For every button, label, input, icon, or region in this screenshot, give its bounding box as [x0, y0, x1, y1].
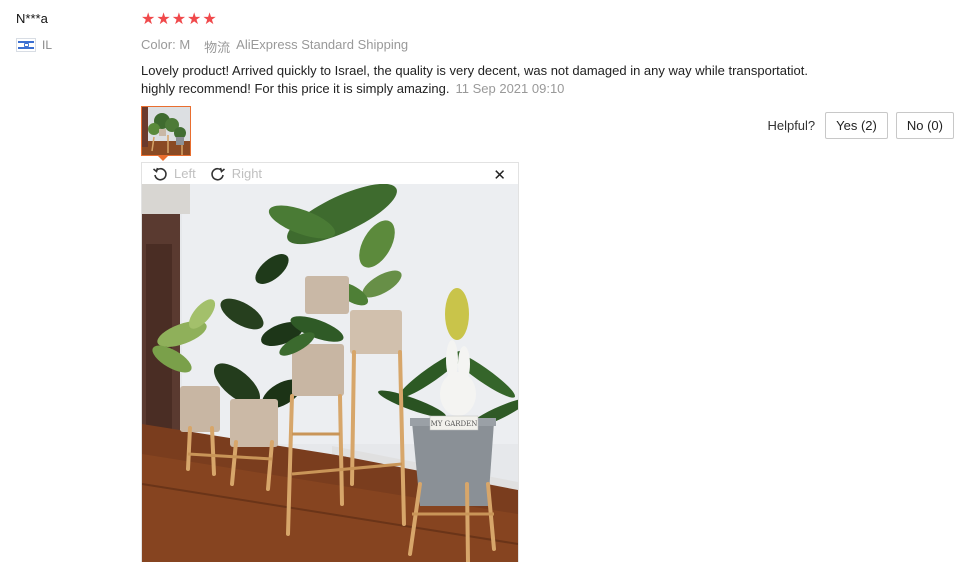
photo-viewer: Left Right ✕ MY GARDEN [141, 162, 519, 562]
rotate-right-icon[interactable] [210, 166, 226, 182]
color-value: M [179, 37, 191, 52]
thumbnail-pointer [157, 155, 169, 161]
shipping-info: 物流 AliExpress Standard Shipping [204, 37, 408, 56]
rotate-left-label[interactable]: Left [174, 166, 196, 181]
helpful-label: Helpful? [767, 118, 816, 133]
rotate-left-icon[interactable] [152, 166, 168, 182]
star-icon: ★ [202, 11, 217, 28]
review-body: Lovely product! Arrived quickly to Israe… [141, 62, 861, 98]
helpful-section: Helpful? Yes (2) No (0) [767, 112, 954, 139]
close-icon[interactable]: ✕ [493, 166, 506, 184]
country-code: IL [42, 38, 53, 52]
review-date: 11 Sep 2021 09:10 [455, 81, 565, 96]
color-label: Color: [141, 37, 176, 52]
star-icon: ★ [141, 11, 156, 28]
reviewer-country: IL [16, 38, 52, 52]
review-meta: Color: M 物流 AliExpress Standard Shipping [141, 37, 408, 56]
helpful-no-button[interactable]: No (0) [895, 112, 954, 139]
reviewer-name: N***a [16, 11, 48, 26]
helpful-yes-button[interactable]: Yes (2) [825, 112, 888, 139]
review-line-1: Lovely product! Arrived quickly to Israe… [141, 63, 808, 78]
review-line-2: highly recommend! For this price it is s… [141, 81, 450, 96]
viewer-toolbar: Left Right ✕ [142, 163, 518, 184]
thumbnail-image [142, 107, 190, 155]
shipping-method: AliExpress Standard Shipping [236, 37, 409, 52]
review-photo: MY GARDEN [142, 184, 518, 562]
star-icon: ★ [156, 11, 171, 28]
star-icon: ★ [187, 11, 202, 28]
product-color: Color: M [141, 37, 190, 56]
star-icon: ★ [171, 11, 187, 28]
review-photo-thumbnail[interactable] [141, 106, 191, 156]
garden-sign-text: MY GARDEN [431, 420, 478, 428]
star-rating: ★ ★ ★ ★ ★ [141, 11, 217, 29]
plant-stand-photo: MY GARDEN [142, 184, 518, 562]
israel-flag-icon [16, 38, 36, 52]
rotate-right-label[interactable]: Right [232, 166, 262, 181]
logistics-label: 物流 [204, 40, 231, 55]
